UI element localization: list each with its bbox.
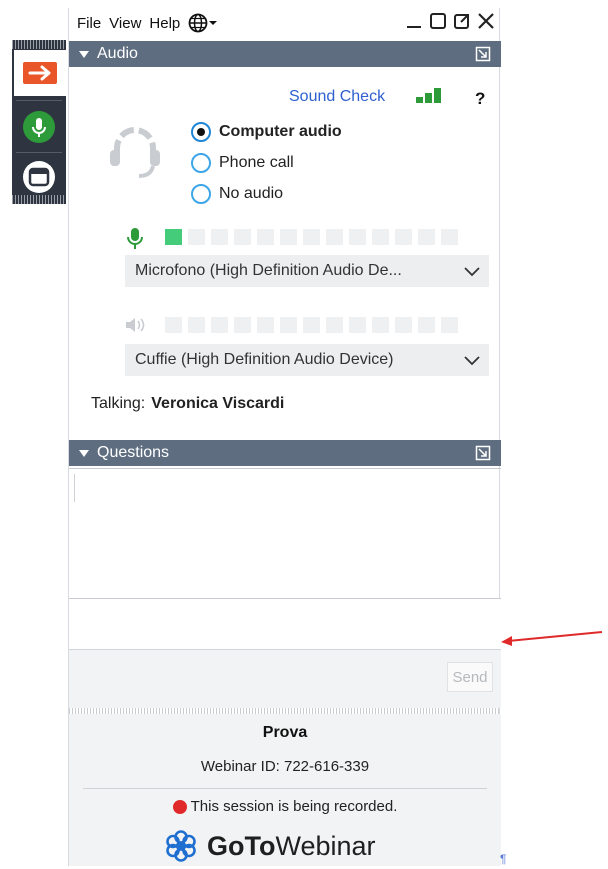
caret-down-icon: [209, 21, 218, 25]
control-panel: File View Help Audio Sound Check ? Compu…: [68, 8, 501, 866]
microphone-icon: [23, 111, 55, 143]
speaker-select[interactable]: Cuffie (High Definition Audio Device): [125, 344, 489, 376]
questions-log[interactable]: [69, 468, 501, 598]
drawer-separator: [16, 100, 62, 101]
collapse-triangle-icon: [79, 50, 89, 58]
questions-header-label: Questions: [97, 444, 170, 461]
questions-section-header[interactable]: Questions: [69, 440, 501, 466]
menu-help[interactable]: Help: [149, 15, 180, 32]
chevron-down-icon: [464, 267, 480, 277]
gotowebinar-logo: GoTo Webinar: [163, 828, 376, 864]
radio-label: Computer audio: [219, 123, 342, 140]
webinar-title: Prova: [262, 724, 308, 741]
chevron-down-icon: [464, 356, 480, 366]
collapse-triangle-icon: [79, 449, 89, 457]
talking-label: Talking:: [91, 395, 146, 412]
recording-dot-icon: [172, 799, 187, 814]
maximize-icon[interactable]: [429, 12, 447, 30]
radio-label: Phone call: [219, 154, 294, 171]
question-input[interactable]: [69, 598, 501, 650]
globe-icon: [188, 13, 208, 33]
speaker-select-value: Cuffie (High Definition Audio Device): [135, 351, 394, 368]
send-button[interactable]: Send: [447, 662, 493, 692]
menu-bar: File View Help: [69, 8, 501, 38]
talking-name: Veronica Viscardi: [151, 395, 285, 412]
speaker-level-meter: [165, 317, 458, 333]
popout-icon[interactable]: [453, 12, 471, 30]
screen-view-button[interactable]: [12, 154, 66, 200]
footer-divider: [83, 788, 487, 789]
microphone-toggle-button[interactable]: [12, 104, 66, 150]
speaker-icon: [126, 318, 145, 332]
recording-text: This session is being recorded.: [190, 798, 398, 815]
questions-log-inner: [74, 474, 76, 502]
audio-section-header[interactable]: Audio: [69, 41, 501, 67]
audio-help-button[interactable]: ?: [475, 89, 485, 109]
logo-webinar: Webinar: [275, 830, 376, 861]
microphone-level-meter: [165, 229, 458, 245]
microphone-select-value: Microfono (High Definition Audio De...: [135, 262, 402, 279]
minimize-icon[interactable]: [405, 12, 423, 30]
language-menu[interactable]: [188, 13, 218, 33]
talking-indicator: Talking: Veronica Viscardi: [91, 395, 284, 413]
radio-phone-call[interactable]: Phone call: [191, 153, 294, 173]
webinar-footer: Prova Webinar ID: 722-616-339 This sessi…: [69, 714, 501, 866]
radio-button[interactable]: [191, 122, 211, 142]
show-panel-button[interactable]: [12, 50, 66, 96]
radio-computer-audio[interactable]: Computer audio: [191, 122, 342, 142]
webinar-id: Webinar ID: 722-616-339: [200, 758, 370, 775]
microphone-select[interactable]: Microfono (High Definition Audio De...: [125, 255, 489, 287]
signal-strength-icon: [416, 88, 441, 103]
popout-section-icon[interactable]: [475, 46, 491, 62]
window-icon: [23, 161, 55, 193]
gotowebinar-logo-icon: [166, 830, 196, 862]
drawer-separator: [16, 152, 62, 153]
radio-label: No audio: [219, 185, 284, 202]
menu-view[interactable]: View: [109, 15, 141, 32]
arrow-right-icon: [23, 62, 57, 84]
drawer-grip-top[interactable]: [12, 40, 66, 49]
microphone-level-icon: [127, 228, 143, 249]
radio-button[interactable]: [191, 184, 211, 204]
control-drawer: [12, 40, 66, 204]
audio-header-label: Audio: [97, 45, 138, 62]
popout-section-icon[interactable]: [475, 445, 491, 461]
radio-button[interactable]: [191, 153, 211, 173]
send-area: Send: [69, 650, 501, 708]
red-arrow-annotation: [501, 631, 603, 646]
sound-check-link[interactable]: Sound Check: [289, 88, 385, 106]
pilcrow-mark: ¶: [500, 852, 507, 866]
radio-no-audio[interactable]: No audio: [191, 184, 283, 204]
recording-notice: This session is being recorded.: [69, 798, 501, 815]
logo-goto: GoTo: [207, 830, 276, 861]
drawer-grip-bottom[interactable]: [12, 195, 66, 204]
close-icon[interactable]: [477, 12, 495, 30]
menu-file[interactable]: File: [77, 15, 101, 32]
headset-icon: [110, 127, 160, 178]
